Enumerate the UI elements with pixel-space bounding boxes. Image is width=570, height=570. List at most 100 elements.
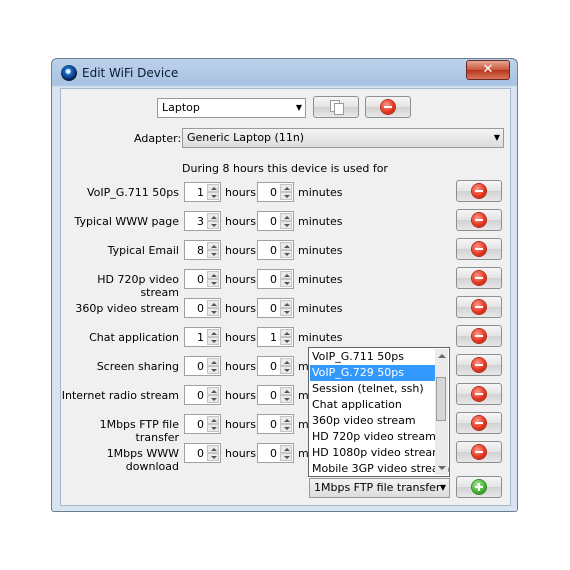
minutes-stepper[interactable]: 1	[257, 327, 294, 347]
dropdown-option[interactable]: 360p video stream	[310, 413, 435, 429]
increment-icon[interactable]	[280, 416, 292, 424]
application-dropdown-list[interactable]: VoIP_G.711 50ps VoIP_G.729 50ps Session (t…	[308, 347, 450, 477]
scroll-up-icon[interactable]	[438, 354, 446, 358]
minutes-stepper[interactable]: 0	[257, 240, 294, 260]
dropdown-option[interactable]: HD 720p video stream	[310, 429, 436, 445]
scroll-thumb[interactable]	[436, 377, 446, 421]
add-application-button[interactable]	[456, 476, 502, 498]
hours-unit-label: hours	[225, 360, 256, 373]
remove-application-button[interactable]	[456, 296, 502, 318]
add-application-combo[interactable]: 1Mbps FTP file transfer ▼	[309, 478, 450, 498]
hours-stepper[interactable]: 0	[184, 385, 221, 405]
increment-icon[interactable]	[280, 300, 292, 308]
increment-icon[interactable]	[280, 387, 292, 395]
hours-stepper[interactable]: 0	[184, 414, 221, 434]
delete-device-button[interactable]	[365, 96, 411, 118]
increment-icon[interactable]	[207, 242, 219, 250]
hours-stepper[interactable]: 0	[184, 269, 221, 289]
hours-value: 0	[197, 302, 204, 315]
remove-application-button[interactable]	[456, 354, 502, 376]
decrement-icon[interactable]	[207, 424, 219, 432]
remove-application-button[interactable]	[456, 383, 502, 405]
increment-icon[interactable]	[280, 445, 292, 453]
hours-unit-label: hours	[225, 244, 256, 257]
increment-icon[interactable]	[207, 329, 219, 337]
remove-application-button[interactable]	[456, 180, 502, 202]
increment-icon[interactable]	[280, 184, 292, 192]
decrement-icon[interactable]	[280, 366, 292, 374]
device-name-combo[interactable]: Laptop ▼	[157, 98, 306, 118]
dropdown-option[interactable]: VoIP_G.711 50ps	[310, 349, 435, 365]
decrement-icon[interactable]	[280, 424, 292, 432]
decrement-icon[interactable]	[280, 192, 292, 200]
decrement-icon[interactable]	[207, 337, 219, 345]
hours-unit-label: hours	[225, 331, 256, 344]
decrement-icon[interactable]	[207, 192, 219, 200]
increment-icon[interactable]	[207, 271, 219, 279]
decrement-icon[interactable]	[280, 279, 292, 287]
dropdown-option[interactable]: Session (telnet, ssh)	[310, 381, 435, 397]
remove-application-button[interactable]	[456, 441, 502, 463]
dropdown-option[interactable]: Chat application	[310, 397, 435, 413]
increment-icon[interactable]	[280, 358, 292, 366]
app-name-label: Typical WWW page	[74, 215, 180, 228]
increment-icon[interactable]	[280, 271, 292, 279]
hours-stepper[interactable]: 1	[184, 327, 221, 347]
dropdown-option[interactable]: HD 1080p video stream	[310, 445, 443, 461]
window-title: Edit WiFi Device	[82, 66, 179, 80]
remove-application-button[interactable]	[456, 412, 502, 434]
remove-application-button[interactable]	[456, 325, 502, 347]
copy-icon	[330, 100, 344, 115]
minutes-stepper[interactable]: 0	[257, 298, 294, 318]
decrement-icon[interactable]	[280, 395, 292, 403]
copy-device-button[interactable]	[313, 96, 359, 118]
increment-icon[interactable]	[280, 329, 292, 337]
scroll-down-icon[interactable]	[438, 466, 446, 470]
minutes-stepper[interactable]: 0	[257, 414, 294, 434]
increment-icon[interactable]	[207, 300, 219, 308]
remove-application-button[interactable]	[456, 238, 502, 260]
hours-unit-label: hours	[225, 273, 256, 286]
decrement-icon[interactable]	[280, 453, 292, 461]
decrement-icon[interactable]	[280, 337, 292, 345]
hours-stepper[interactable]: 0	[184, 298, 221, 318]
minutes-stepper[interactable]: 0	[257, 211, 294, 231]
hours-stepper[interactable]: 1	[184, 182, 221, 202]
minutes-stepper[interactable]: 0	[257, 269, 294, 289]
increment-icon[interactable]	[207, 213, 219, 221]
hours-stepper[interactable]: 3	[184, 211, 221, 231]
hours-stepper[interactable]: 0	[184, 356, 221, 376]
decrement-icon[interactable]	[207, 308, 219, 316]
dropdown-option[interactable]: VoIP_G.729 50ps	[310, 365, 435, 381]
minutes-stepper[interactable]: 0	[257, 182, 294, 202]
decrement-icon[interactable]	[280, 221, 292, 229]
increment-icon[interactable]	[280, 242, 292, 250]
increment-icon[interactable]	[280, 213, 292, 221]
hours-stepper[interactable]: 0	[184, 443, 221, 463]
decrement-icon[interactable]	[207, 453, 219, 461]
minutes-stepper[interactable]: 0	[257, 356, 294, 376]
minutes-stepper[interactable]: 0	[257, 385, 294, 405]
decrement-icon[interactable]	[207, 221, 219, 229]
remove-application-button[interactable]	[456, 267, 502, 289]
adapter-combo[interactable]: Generic Laptop (11n) ▼	[182, 128, 504, 148]
hours-stepper[interactable]: 8	[184, 240, 221, 260]
increment-icon[interactable]	[207, 445, 219, 453]
increment-icon[interactable]	[207, 184, 219, 192]
dropdown-scrollbar[interactable]	[435, 349, 448, 475]
title-bar[interactable]: Edit WiFi Device ✕	[52, 59, 517, 87]
decrement-icon[interactable]	[207, 250, 219, 258]
minutes-value: 0	[270, 389, 277, 402]
dropdown-option[interactable]: Mobile 3GP video stream	[310, 461, 449, 477]
increment-icon[interactable]	[207, 416, 219, 424]
decrement-icon[interactable]	[207, 395, 219, 403]
decrement-icon[interactable]	[280, 250, 292, 258]
minutes-stepper[interactable]: 0	[257, 443, 294, 463]
decrement-icon[interactable]	[280, 308, 292, 316]
increment-icon[interactable]	[207, 358, 219, 366]
close-button[interactable]: ✕	[466, 60, 510, 80]
remove-application-button[interactable]	[456, 209, 502, 231]
increment-icon[interactable]	[207, 387, 219, 395]
decrement-icon[interactable]	[207, 366, 219, 374]
decrement-icon[interactable]	[207, 279, 219, 287]
